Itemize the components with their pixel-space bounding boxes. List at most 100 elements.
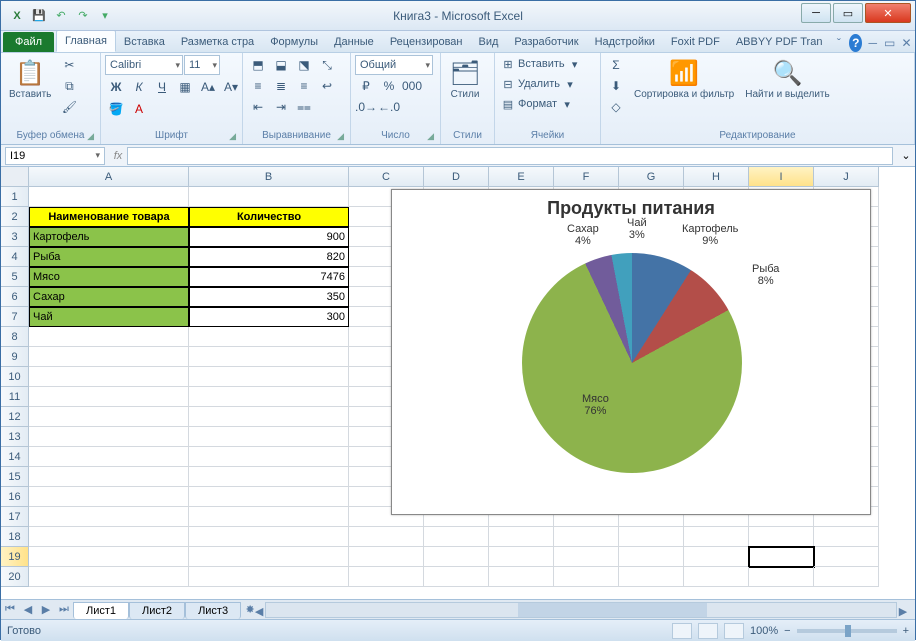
align-right-icon[interactable]: ≡ [293,76,315,96]
increase-decimal-icon[interactable]: .0→ [355,97,377,117]
fx-icon[interactable]: fx [109,150,127,162]
cell[interactable] [814,547,879,567]
zoom-out-icon[interactable]: − [784,625,790,637]
cell[interactable] [189,427,349,447]
decrease-indent-icon[interactable]: ⇤ [247,97,269,117]
cell[interactable] [189,527,349,547]
cell[interactable] [29,367,189,387]
tab-file[interactable]: Файл [3,32,54,52]
orientation-icon[interactable]: ⤡ [316,55,338,75]
cell[interactable] [189,407,349,427]
cell[interactable] [489,547,554,567]
zoom-slider[interactable] [797,629,897,633]
cell[interactable] [749,527,814,547]
row-header-3[interactable]: 3 [1,227,29,247]
select-all-corner[interactable] [1,167,29,187]
col-header-I[interactable]: I [749,167,814,187]
cell[interactable] [189,327,349,347]
fill-icon[interactable]: ⬇ [605,76,627,96]
ribbon-minimize-icon[interactable]: ˇ [832,34,845,52]
row-header-13[interactable]: 13 [1,427,29,447]
cell[interactable] [749,567,814,587]
sheet-tab-1[interactable]: Лист1 [73,602,129,619]
cell[interactable] [29,567,189,587]
maximize-button[interactable]: ▭ [833,3,863,23]
row-header-20[interactable]: 20 [1,567,29,587]
cut-icon[interactable]: ✂ [58,55,80,75]
format-painter-icon[interactable]: 🖌 [58,97,80,117]
cell[interactable]: Наименование товара [29,207,189,227]
row-header-15[interactable]: 15 [1,467,29,487]
tab-data[interactable]: Данные [326,32,382,52]
row-header-9[interactable]: 9 [1,347,29,367]
delete-cells-icon[interactable]: ⊟ [499,75,517,93]
view-normal-icon[interactable] [672,623,692,639]
cell[interactable]: 300 [189,307,349,327]
horizontal-scrollbar[interactable]: ◀▶ [265,602,897,618]
view-page-break-icon[interactable] [724,623,744,639]
insert-cells-label[interactable]: Вставить [518,58,565,70]
cell[interactable] [814,567,879,587]
row-header-2[interactable]: 2 [1,207,29,227]
cell[interactable]: Сахар [29,287,189,307]
number-format-combo[interactable]: Общий [355,55,433,75]
cell[interactable] [424,567,489,587]
wrap-text-icon[interactable]: ↩ [316,76,338,96]
sheet-nav-last-icon[interactable]: ⏭ [55,601,73,619]
cell[interactable] [29,467,189,487]
cell[interactable] [554,547,619,567]
tab-abbyy[interactable]: ABBYY PDF Tran [728,32,831,52]
cell[interactable] [749,547,814,567]
cell[interactable]: Картофель [29,227,189,247]
row-header-17[interactable]: 17 [1,507,29,527]
percent-icon[interactable]: % [378,76,400,96]
zoom-level[interactable]: 100% [750,625,778,637]
cell[interactable] [29,347,189,367]
paste-button[interactable]: 📋 Вставить [5,55,55,102]
cell[interactable]: Мясо [29,267,189,287]
tab-developer[interactable]: Разработчик [506,32,586,52]
cell[interactable]: 820 [189,247,349,267]
tab-formulas[interactable]: Формулы [262,32,326,52]
tab-page-layout[interactable]: Разметка стра [173,32,262,52]
font-name-combo[interactable]: Calibri [105,55,183,75]
cell[interactable] [189,387,349,407]
cell[interactable] [189,507,349,527]
cell[interactable] [29,427,189,447]
cell[interactable]: 7476 [189,267,349,287]
cell[interactable] [189,447,349,467]
col-header-H[interactable]: H [684,167,749,187]
row-header-7[interactable]: 7 [1,307,29,327]
underline-button[interactable]: Ч [151,77,173,97]
cell[interactable] [29,547,189,567]
cell[interactable] [189,487,349,507]
cell[interactable] [619,527,684,547]
cell[interactable] [189,187,349,207]
italic-button[interactable]: К [128,77,150,97]
cell[interactable] [29,407,189,427]
formula-input[interactable] [127,147,893,165]
cell[interactable] [554,527,619,547]
sort-filter-button[interactable]: 📶 Сортировка и фильтр [630,55,738,102]
col-header-E[interactable]: E [489,167,554,187]
row-header-16[interactable]: 16 [1,487,29,507]
save-icon[interactable]: 💾 [29,6,49,26]
find-select-button[interactable]: 🔍 Найти и выделить [741,55,833,102]
row-header-14[interactable]: 14 [1,447,29,467]
cell[interactable]: Количество [189,207,349,227]
clear-icon[interactable]: ◇ [605,97,627,117]
undo-icon[interactable]: ↶ [51,6,71,26]
autosum-icon[interactable]: Σ [605,55,627,75]
row-header-12[interactable]: 12 [1,407,29,427]
cell[interactable] [684,547,749,567]
insert-cells-icon[interactable]: ⊞ [499,55,517,73]
align-bottom-icon[interactable]: ⬔ [293,55,315,75]
tab-addins[interactable]: Надстройки [587,32,663,52]
align-center-icon[interactable]: ≣ [270,76,292,96]
row-header-1[interactable]: 1 [1,187,29,207]
bold-button[interactable]: Ж [105,77,127,97]
sheet-tab-2[interactable]: Лист2 [129,602,185,619]
cell[interactable] [619,547,684,567]
decrease-decimal-icon[interactable]: ←.0 [378,97,400,117]
sheet-nav-next-icon[interactable]: ▶ [37,601,55,619]
